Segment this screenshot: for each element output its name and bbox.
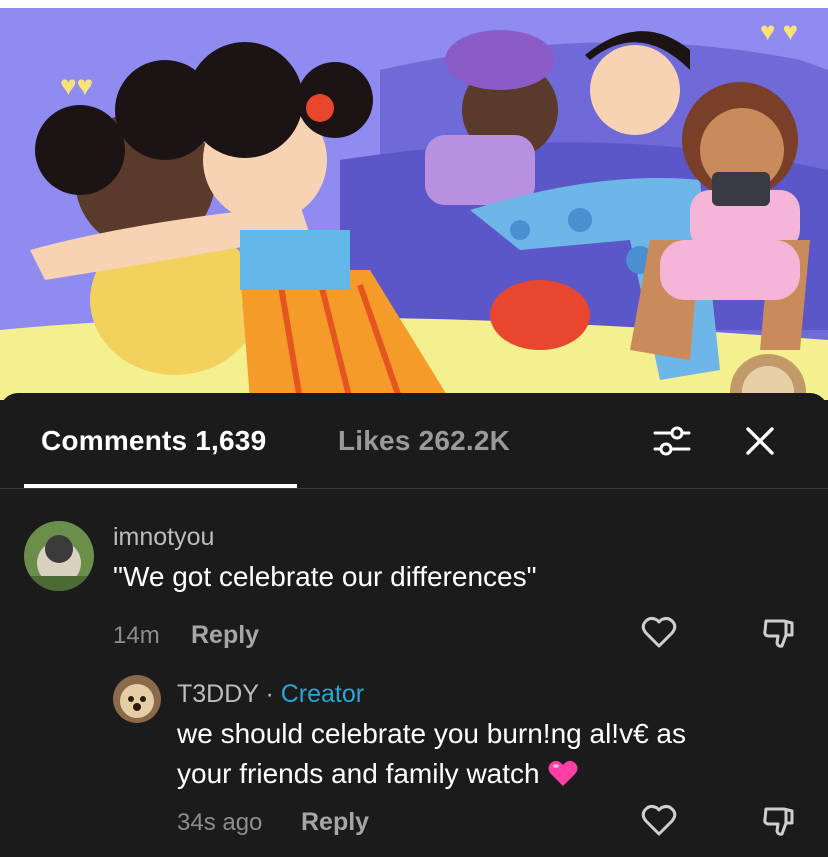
reply-text-line-2-content: your friends and family watch — [177, 758, 540, 789]
reply-text-line-1: we should celebrate you burn!ng al!v€ as — [177, 718, 686, 749]
reply-text-line-2: your friends and family watch — [177, 754, 686, 794]
cartoon-friends-artwork: ♥♥ ♥ ♥ — [0, 0, 828, 400]
svg-text:♥♥: ♥♥ — [60, 70, 93, 101]
heart-outline-icon[interactable] — [640, 613, 678, 651]
username-separator: · — [258, 680, 281, 708]
reply-item: T3DDY · Creator we should celebrate you … — [0, 663, 828, 857]
comment-item: imnotyou "We got celebrate our differenc… — [0, 503, 828, 663]
avatar[interactable] — [24, 521, 94, 591]
thumbs-down-icon[interactable] — [760, 613, 798, 651]
tab-likes-count: 262.2K — [418, 425, 511, 456]
tab-comments[interactable]: Comments 1,639 — [41, 425, 266, 457]
reply-timestamp: 34s ago — [177, 809, 263, 836]
reply-button[interactable]: Reply — [301, 808, 369, 837]
reply-username-line: T3DDY · Creator — [177, 680, 364, 709]
pink-heart-emoji — [547, 757, 579, 789]
comments-panel: Comments 1,639 Likes 262.2K imnotyou "We… — [0, 393, 828, 857]
creator-badge: Creator — [280, 680, 365, 708]
avatar[interactable] — [113, 675, 161, 723]
comment-username[interactable]: imnotyou — [113, 523, 214, 552]
reply-text: we should celebrate you burn!ng al!v€ as… — [177, 714, 686, 794]
active-tab-indicator — [24, 484, 297, 488]
tab-likes-label: Likes — [338, 425, 411, 456]
sliders-icon[interactable] — [652, 421, 692, 461]
tab-comments-count: 1,639 — [195, 425, 267, 456]
heart-outline-icon[interactable] — [640, 801, 678, 839]
reply-button[interactable]: Reply — [191, 621, 259, 650]
tab-likes[interactable]: Likes 262.2K — [338, 425, 510, 457]
svg-text:♥ ♥: ♥ ♥ — [760, 16, 798, 46]
comment-text: "We got celebrate our differences" — [113, 561, 537, 592]
reply-username[interactable]: T3DDY — [177, 680, 259, 708]
close-icon[interactable] — [744, 425, 776, 457]
comments-tab-bar: Comments 1,639 Likes 262.2K — [0, 393, 828, 489]
thumbs-down-icon[interactable] — [760, 801, 798, 839]
tab-comments-label: Comments — [41, 425, 188, 456]
video-cover-illustration: ♥♥ ♥ ♥ — [0, 0, 828, 400]
comment-timestamp: 14m — [113, 622, 160, 649]
